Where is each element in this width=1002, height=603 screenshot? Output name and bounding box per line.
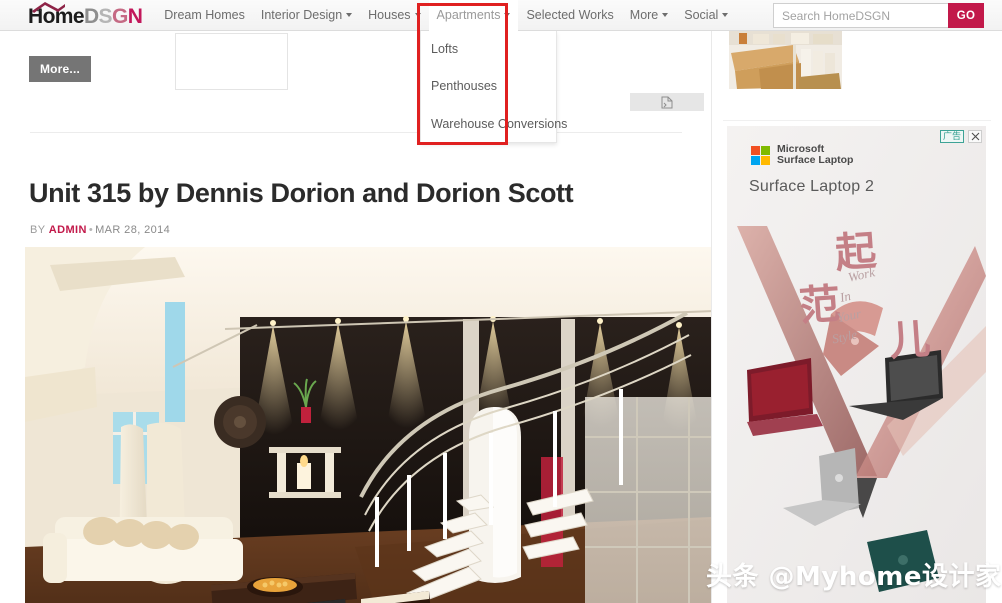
nav-label: Social: [684, 7, 719, 22]
more-button[interactable]: More...: [29, 56, 91, 82]
nav-item-dream-homes[interactable]: Dream Homes: [156, 0, 253, 31]
nav-item-social[interactable]: Social: [676, 0, 736, 31]
ad-headline: Surface Laptop 2: [749, 178, 875, 195]
ad-cn-char-2: 范: [797, 279, 842, 331]
nav-items: Dream Homes Interior Design Houses Apart…: [156, 0, 736, 31]
byline-by: BY: [30, 224, 46, 236]
nav-item-selected-works[interactable]: Selected Works: [518, 0, 621, 31]
dropdown-item-lofts[interactable]: Lofts: [421, 31, 556, 68]
empty-card-placeholder: [175, 33, 288, 90]
byline-author[interactable]: ADMIN: [49, 224, 87, 236]
byline-date: MAR 28, 2014: [95, 224, 171, 236]
search-input[interactable]: [773, 3, 948, 28]
site-logo[interactable]: HomeDSGN: [28, 0, 143, 31]
nav-item-houses[interactable]: Houses: [360, 0, 428, 31]
microsoft-squares-icon: [751, 145, 770, 165]
sidebar-column: 广告 Microsoft Surface Laptop Surface Lapt…: [713, 31, 1002, 603]
logo-s-text: S: [98, 4, 113, 28]
chevron-down-icon: [662, 13, 669, 17]
ad-brand-line2: Surface Laptop: [777, 154, 854, 166]
article-byline: BY ADMIN • MAR 28, 2014: [30, 224, 170, 236]
search-go-button[interactable]: GO: [948, 3, 984, 28]
apartments-dropdown-menu: Lofts Penthouses Warehouse Conversions: [420, 31, 567, 143]
nav-label: Interior Design: [260, 7, 343, 22]
house-roof-icon: [32, 1, 66, 14]
broken-image-placeholder: [630, 93, 704, 111]
ad-brand-name: Microsoft Surface Laptop: [777, 144, 853, 166]
watermark-text: 头条 @Myhome设计家: [706, 562, 1002, 592]
nav-label: Selected Works: [526, 7, 614, 22]
nav-label: Houses: [368, 7, 411, 22]
microsoft-logo: Microsoft Surface Laptop: [751, 144, 853, 166]
ad-disclosure-label[interactable]: 广告: [939, 130, 964, 143]
nav-item-interior-design[interactable]: Interior Design: [253, 0, 360, 31]
nav-label: Dream Homes: [164, 7, 245, 22]
sidebar-thumbnail-image[interactable]: [729, 31, 842, 89]
chevron-down-icon: [346, 13, 353, 17]
chevron-down-icon: [504, 13, 511, 17]
article-column: More... Unit 315 by Dennis Dorion and Do…: [0, 31, 712, 603]
site-navbar: HomeDSGN Dream Homes Interior Design Hou…: [0, 0, 1002, 31]
ad-cn-char-3: 儿: [887, 314, 932, 366]
article-hero-image: [25, 247, 711, 603]
dropdown-item-penthouses[interactable]: Penthouses: [421, 68, 556, 105]
nav-label: Apartments: [436, 7, 501, 22]
browser-page: HomeDSGN Dream Homes Interior Design Hou…: [0, 0, 1002, 603]
logo-d-text: D: [83, 4, 99, 28]
logo-g-text: G: [111, 4, 128, 28]
nav-item-apartments[interactable]: Apartments: [428, 0, 519, 31]
sidebar-divider: [723, 120, 991, 121]
advertisement-banner[interactable]: 广告 Microsoft Surface Laptop Surface Lapt…: [727, 126, 986, 603]
search-form: GO: [773, 3, 984, 28]
chevron-down-icon: [722, 13, 729, 17]
logo-n-text: N: [127, 4, 143, 28]
byline-separator: •: [88, 224, 94, 236]
close-icon[interactable]: [968, 130, 982, 143]
content-divider: [30, 132, 682, 133]
nav-item-more[interactable]: More: [622, 0, 676, 31]
page-title: Unit 315 by Dennis Dorion and Dorion Sco…: [29, 178, 574, 208]
nav-label: More: [629, 7, 659, 22]
dropdown-item-warehouse-conversions[interactable]: Warehouse Conversions: [421, 106, 567, 143]
chevron-down-icon: [414, 13, 421, 17]
